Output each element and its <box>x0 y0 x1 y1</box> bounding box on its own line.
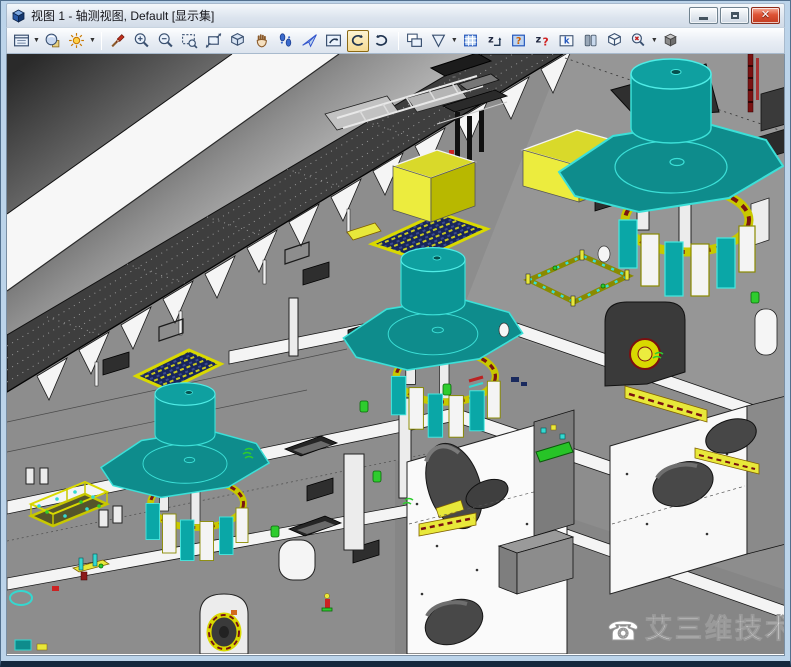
dropdown-caret[interactable]: ▼ <box>89 37 96 44</box>
window-title: 视图 1 - 轴测视图, Default [显示集] <box>31 7 214 24</box>
view-brightness-button[interactable] <box>66 30 88 52</box>
dropdown-caret[interactable]: ▼ <box>451 37 458 44</box>
pan-view-icon <box>253 32 270 49</box>
view-brightness-icon <box>68 32 85 49</box>
presentation-style-button[interactable] <box>42 30 64 52</box>
render-cube-button[interactable] <box>660 30 682 52</box>
restore-icon <box>731 12 739 19</box>
navigate-view-icon <box>325 32 342 49</box>
window-area-button[interactable] <box>179 30 201 52</box>
zoom-in-button[interactable] <box>131 30 153 52</box>
copy-view-icon <box>406 32 423 49</box>
fly-button[interactable] <box>299 30 321 52</box>
close-button[interactable]: ✕ <box>751 7 780 24</box>
close-icon: ✕ <box>761 10 770 21</box>
zoom-out-icon <box>157 32 174 49</box>
fit-view-button[interactable] <box>203 30 225 52</box>
phone-icon: ☎ <box>607 617 639 647</box>
clash-zoom-icon <box>630 32 647 49</box>
view-window: 视图 1 - 轴测视图, Default [显示集] ✕ ▼ ▼ ▼ z ? <box>0 0 791 667</box>
display-depth-button[interactable] <box>460 30 482 52</box>
walk-button[interactable] <box>275 30 297 52</box>
minimize-icon <box>699 17 708 20</box>
view-cube-icon <box>606 32 623 49</box>
camera-settings-icon: k <box>558 32 575 49</box>
show-active-depth-icon: z? <box>534 32 551 49</box>
saved-views-icon <box>582 32 599 49</box>
dropdown-caret[interactable]: ▼ <box>33 37 40 44</box>
view-display-mode-button[interactable] <box>10 30 32 52</box>
view-toolbar: ▼ ▼ ▼ z ? z? k ▼ <box>6 27 785 54</box>
view-next-icon <box>373 32 390 49</box>
clip-volume-icon <box>430 32 447 49</box>
fly-icon <box>301 32 318 49</box>
zoom-in-icon <box>133 32 150 49</box>
fit-view-icon <box>205 32 222 49</box>
render-cube-icon <box>662 32 679 49</box>
show-active-depth-button[interactable]: z? <box>532 30 554 52</box>
svg-text:z: z <box>536 35 542 46</box>
window-controls: ✕ <box>689 7 780 24</box>
watermark: ☎ 艾三维技术 <box>607 614 785 647</box>
navigate-view-button[interactable] <box>323 30 345 52</box>
update-view-icon <box>109 32 126 49</box>
copy-view-button[interactable] <box>404 30 426 52</box>
view-previous-icon <box>349 32 366 49</box>
show-display-depth-button[interactable]: ? <box>508 30 530 52</box>
set-active-depth-icon: z <box>486 32 503 49</box>
model-viewport[interactable]: ☎ 艾三维技术 <box>6 54 785 656</box>
display-depth-icon <box>462 32 479 49</box>
window-area-icon <box>181 32 198 49</box>
toolbar-separator <box>101 32 102 50</box>
toolbar-separator <box>398 32 399 50</box>
svg-text:z: z <box>488 35 494 46</box>
restore-button[interactable] <box>720 7 749 24</box>
walk-icon <box>277 32 294 49</box>
view-display-mode-icon <box>13 32 30 49</box>
pan-view-button[interactable] <box>251 30 273 52</box>
clash-zoom-button[interactable] <box>628 30 650 52</box>
minimize-button[interactable] <box>689 7 718 24</box>
titlebar[interactable]: 视图 1 - 轴测视图, Default [显示集] ✕ <box>6 3 785 27</box>
update-view-button[interactable] <box>107 30 129 52</box>
camera-settings-button[interactable]: k <box>556 30 578 52</box>
set-active-depth-button[interactable]: z <box>484 30 506 52</box>
watermark-text: 艾三维技术 <box>645 614 785 645</box>
rotate-view-button[interactable] <box>227 30 249 52</box>
rotate-view-icon <box>229 32 246 49</box>
view-next-button[interactable] <box>371 30 393 52</box>
clip-volume-button[interactable] <box>428 30 450 52</box>
view-previous-button[interactable] <box>347 30 369 52</box>
zoom-out-button[interactable] <box>155 30 177 52</box>
view-window-icon <box>11 8 26 23</box>
svg-text:?: ? <box>543 35 549 48</box>
3d-model-view[interactable]: ☎ 艾三维技术 <box>7 54 785 654</box>
show-display-depth-icon: ? <box>510 32 527 49</box>
svg-text:?: ? <box>516 36 522 47</box>
view-cube-button[interactable] <box>604 30 626 52</box>
round-machine <box>200 594 248 654</box>
saved-views-button[interactable] <box>580 30 602 52</box>
dropdown-caret[interactable]: ▼ <box>651 37 658 44</box>
presentation-style-icon <box>44 32 61 49</box>
svg-text:k: k <box>564 37 570 47</box>
